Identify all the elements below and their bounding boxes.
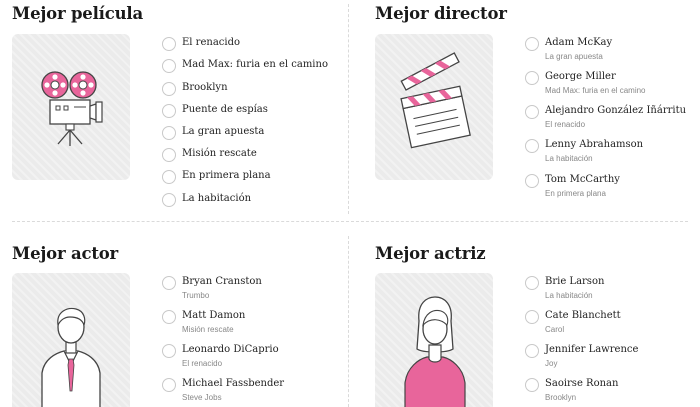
section-title-director: Mejor director <box>375 4 507 23</box>
option-subtitle: Joy <box>545 359 558 368</box>
option-subtitle: El renacido <box>545 120 586 129</box>
illustration-actor <box>12 273 130 407</box>
radio-button[interactable] <box>162 310 176 324</box>
radio-button[interactable] <box>525 344 539 358</box>
option-subtitle: Misión rescate <box>182 325 234 334</box>
option-label: Brooklyn <box>182 82 228 93</box>
option-subtitle: La habitación <box>545 154 593 163</box>
option-subtitle: El renacido <box>182 359 223 368</box>
option-label: Brie Larson <box>545 276 605 287</box>
option-label: Cate Blanchett <box>545 310 621 321</box>
option-director-4[interactable]: Tom McCarthy En primera plana <box>525 173 620 200</box>
option-label: Misión rescate <box>182 148 257 159</box>
radio-button[interactable] <box>162 378 176 392</box>
clapperboard-icon <box>400 52 471 149</box>
option-director-0[interactable]: Adam McKay La gran apuesta <box>525 36 612 63</box>
option-pelicula-0[interactable]: El renacido <box>162 36 240 51</box>
radio-button[interactable] <box>525 174 539 188</box>
option-pelicula-1[interactable]: Mad Max: furia en el camino <box>162 58 328 73</box>
radio-button[interactable] <box>162 126 176 140</box>
section-title-actriz: Mejor actriz <box>375 244 486 263</box>
option-label: En primera plana <box>182 170 271 181</box>
option-label: Matt Damon <box>182 310 246 321</box>
option-director-1[interactable]: George Miller Mad Max: furia en el camino <box>525 70 646 97</box>
radio-button[interactable] <box>525 105 539 119</box>
vertical-divider-bottom <box>348 236 349 407</box>
film-projector-icon <box>41 71 103 146</box>
option-director-3[interactable]: Lenny Abrahamson La habitación <box>525 138 643 165</box>
option-actor-0[interactable]: Bryan Cranston Trumbo <box>162 275 262 302</box>
option-label: Jennifer Lawrence <box>545 344 639 355</box>
option-label: George Miller <box>545 71 616 82</box>
option-label: Leonardo DiCaprio <box>182 344 279 355</box>
option-label: Adam McKay <box>545 37 613 48</box>
option-subtitle: En primera plana <box>545 189 606 198</box>
illustration-director <box>375 34 493 180</box>
woman-portrait-icon <box>404 296 466 407</box>
option-subtitle: La habitación <box>545 291 593 300</box>
option-label: Mad Max: furia en el camino <box>182 59 328 70</box>
option-pelicula-4[interactable]: La gran apuesta <box>162 125 264 140</box>
option-label: Puente de espías <box>182 104 268 115</box>
radio-button[interactable] <box>525 378 539 392</box>
option-pelicula-5[interactable]: Misión rescate <box>162 147 257 162</box>
radio-button[interactable] <box>162 37 176 51</box>
radio-button[interactable] <box>525 276 539 290</box>
option-subtitle: Mad Max: furia en el camino <box>545 86 646 95</box>
option-subtitle: La gran apuesta <box>545 52 603 61</box>
section-title-pelicula: Mejor película <box>12 4 143 23</box>
option-director-2[interactable]: Alejandro González Iñárritu El renacido <box>525 104 686 131</box>
option-label: La habitación <box>182 193 252 204</box>
option-actriz-0[interactable]: Brie Larson La habitación <box>525 275 604 302</box>
radio-button[interactable] <box>162 82 176 96</box>
radio-button[interactable] <box>525 139 539 153</box>
radio-button[interactable] <box>525 310 539 324</box>
option-label: Saoirse Ronan <box>545 378 619 389</box>
option-label: El renacido <box>182 37 240 48</box>
radio-button[interactable] <box>162 193 176 207</box>
option-label: Michael Fassbender <box>182 378 285 389</box>
option-pelicula-6[interactable]: En primera plana <box>162 169 271 184</box>
illustration-actriz <box>375 273 493 407</box>
option-label: Lenny Abrahamson <box>545 139 644 150</box>
option-actor-3[interactable]: Michael Fassbender Steve Jobs <box>162 377 284 404</box>
horizontal-divider <box>12 221 688 222</box>
radio-button[interactable] <box>162 170 176 184</box>
option-actriz-2[interactable]: Jennifer Lawrence Joy <box>525 343 638 370</box>
radio-button[interactable] <box>525 71 539 85</box>
option-subtitle: Steve Jobs <box>182 393 222 402</box>
option-subtitle: Brooklyn <box>545 393 577 402</box>
option-label: Alejandro González Iñárritu <box>545 105 687 116</box>
option-actor-1[interactable]: Matt Damon Misión rescate <box>162 309 245 336</box>
option-pelicula-2[interactable]: Brooklyn <box>162 81 228 96</box>
option-pelicula-7[interactable]: La habitación <box>162 192 251 207</box>
option-subtitle: Trumbo <box>182 291 210 300</box>
option-label: La gran apuesta <box>182 126 265 137</box>
radio-button[interactable] <box>162 148 176 162</box>
illustration-pelicula <box>12 34 130 180</box>
man-with-tie-icon <box>41 307 101 407</box>
section-title-actor: Mejor actor <box>12 244 119 263</box>
vertical-divider-top <box>348 4 349 214</box>
option-actor-2[interactable]: Leonardo DiCaprio El renacido <box>162 343 279 370</box>
radio-button[interactable] <box>525 37 539 51</box>
option-label: Bryan Cranston <box>182 276 262 287</box>
option-actriz-3[interactable]: Saoirse Ronan Brooklyn <box>525 377 618 404</box>
radio-button[interactable] <box>162 344 176 358</box>
radio-button[interactable] <box>162 59 176 73</box>
option-subtitle: Carol <box>545 325 565 334</box>
option-label: Tom McCarthy <box>545 174 620 185</box>
option-pelicula-3[interactable]: Puente de espías <box>162 103 268 118</box>
option-actriz-1[interactable]: Cate Blanchett Carol <box>525 309 621 336</box>
radio-button[interactable] <box>162 276 176 290</box>
radio-button[interactable] <box>162 104 176 118</box>
